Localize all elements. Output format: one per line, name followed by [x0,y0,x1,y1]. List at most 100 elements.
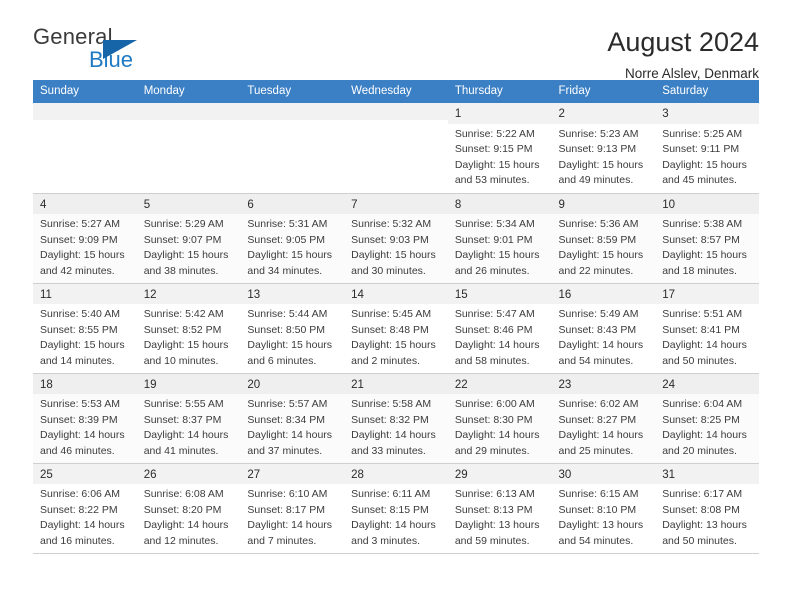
calendar-day-cell[interactable]: 30 Sunrise: 6:15 AM Sunset: 8:10 PM Dayligh… [551,463,656,554]
sunrise-text: Sunrise: 5:49 AM [558,308,639,321]
calendar-day-cell[interactable]: 9 Sunrise: 5:36 AM Sunset: 8:59 PM Daylight… [551,193,656,284]
sunrise-text: Sunrise: 5:51 AM [662,308,743,321]
day-cell-inner: 10 Sunrise: 5:38 AM Sunset: 8:57 PM Dayligh… [655,193,759,283]
daylight-text-line1: Daylight: 14 hours [247,519,333,532]
sunset-text: Sunset: 8:22 PM [40,503,118,516]
daylight-text-line2: and 59 minutes. [454,534,530,547]
sunset-text: Sunset: 8:37 PM [143,413,222,426]
daylight-text-line1: Daylight: 15 hours [40,249,125,262]
calendar-day-cell[interactable]: 4 Sunrise: 5:27 AM Sunset: 9:09 PM Daylight… [33,193,137,284]
daylight-text-line1: Daylight: 14 hours [454,429,540,442]
sunset-text: Sunset: 8:43 PM [558,323,637,336]
daylight-text-line2: and 29 minutes. [454,444,530,457]
calendar-day-cell[interactable]: 29 Sunrise: 6:13 AM Sunset: 8:13 PM Dayligh… [447,463,552,554]
calendar-day-cell[interactable]: 26 Sunrise: 6:08 AM Sunset: 8:20 PM Dayligh… [136,463,241,554]
day-number: 31 [655,463,759,485]
daylight-text-line1: Daylight: 14 hours [454,339,540,352]
calendar-day-cell[interactable]: 13 Sunrise: 5:44 AM Sunset: 8:50 PM Dayligh… [240,283,345,374]
sunrise-text: Sunrise: 5:44 AM [247,308,328,321]
day-number: 15 [447,283,552,305]
calendar-day-cell[interactable]: 11 Sunrise: 5:40 AM Sunset: 8:55 PM Dayligh… [33,283,137,374]
daylight-text-line2: and 37 minutes. [247,444,323,457]
daylight-text-line2: and 50 minutes. [662,534,737,547]
day-cell-inner: 12 Sunrise: 5:42 AM Sunset: 8:52 PM Dayligh… [136,283,241,373]
calendar-day-cell[interactable]: 7 Sunrise: 5:32 AM Sunset: 9:03 PM Daylight… [344,193,448,284]
sun-info: Sunrise: 5:55 AM Sunset: 8:37 PM Daylight:… [137,394,241,459]
sunrise-text: Sunrise: 5:42 AM [143,308,224,321]
sunset-text: Sunset: 8:46 PM [454,323,533,336]
day-number: 10 [655,193,759,215]
sunrise-text: Sunrise: 6:13 AM [454,488,535,501]
calendar-day-cell[interactable]: 19 Sunrise: 5:55 AM Sunset: 8:37 PM Dayligh… [136,373,241,464]
sun-info: Sunrise: 5:44 AM Sunset: 8:50 PM Daylight:… [240,304,344,369]
calendar-day-cell[interactable]: 18 Sunrise: 5:53 AM Sunset: 8:39 PM Dayligh… [33,373,137,464]
day-cell-inner: 23 Sunrise: 6:02 AM Sunset: 8:27 PM Dayligh… [551,373,656,463]
brand-name-general: General [33,24,113,49]
calendar-day-cell[interactable]: 3 Sunrise: 5:25 AM Sunset: 9:11 PM Daylight… [655,103,759,194]
calendar-day-cell[interactable]: 31 Sunrise: 6:17 AM Sunset: 8:08 PM Dayligh… [655,463,759,554]
sun-info: Sunrise: 5:22 AM Sunset: 9:15 PM Daylight:… [448,124,552,189]
calendar-day-cell[interactable]: 1 Sunrise: 5:22 AM Sunset: 9:15 PM Daylight… [447,103,552,194]
daylight-text-line2: and 54 minutes. [558,354,634,367]
day-number: 18 [33,373,137,395]
sun-info: Sunrise: 5:57 AM Sunset: 8:34 PM Daylight:… [240,394,344,459]
weekday-header-friday: Friday [551,80,656,103]
day-number [136,103,241,120]
day-number [240,103,345,120]
daylight-text-line1: Daylight: 15 hours [662,249,747,262]
sunrise-text: Sunrise: 5:34 AM [454,218,535,231]
sunrise-text: Sunrise: 5:38 AM [662,218,743,231]
sun-info: Sunrise: 5:32 AM Sunset: 9:03 PM Daylight:… [344,214,448,279]
day-number: 12 [136,283,241,305]
calendar-day-cell[interactable]: 20 Sunrise: 5:57 AM Sunset: 8:34 PM Dayligh… [240,373,345,464]
calendar-week-row: 4 Sunrise: 5:27 AM Sunset: 9:09 PM Daylight… [33,193,759,284]
calendar-day-cell[interactable]: 27 Sunrise: 6:10 AM Sunset: 8:17 PM Dayligh… [240,463,345,554]
calendar-week-row: 18 Sunrise: 5:53 AM Sunset: 8:39 PM Dayligh… [33,373,759,464]
calendar-day-cell[interactable]: 24 Sunrise: 6:04 AM Sunset: 8:25 PM Dayligh… [655,373,759,464]
calendar-day-cell[interactable]: 28 Sunrise: 6:11 AM Sunset: 8:15 PM Dayligh… [344,463,448,554]
day-cell-inner: 7 Sunrise: 5:32 AM Sunset: 9:03 PM Daylight… [344,193,448,283]
day-cell-inner [33,103,137,193]
daylight-text-line1: Daylight: 14 hours [662,339,747,352]
day-cell-inner: 17 Sunrise: 5:51 AM Sunset: 8:41 PM Dayligh… [655,283,759,373]
daylight-text-line2: and 50 minutes. [662,354,737,367]
day-number: 1 [447,103,552,124]
daylight-text-line1: Daylight: 14 hours [558,429,644,442]
sunset-text: Sunset: 9:07 PM [143,233,222,246]
day-cell-inner [344,103,448,193]
day-cell-inner: 8 Sunrise: 5:34 AM Sunset: 9:01 PM Daylight… [447,193,552,283]
calendar-table: Sunday Monday Tuesday Wednesday Thursday… [33,80,759,554]
calendar-day-cell[interactable]: 25 Sunrise: 6:06 AM Sunset: 8:22 PM Dayligh… [33,463,137,554]
day-cell-inner: 9 Sunrise: 5:36 AM Sunset: 8:59 PM Daylight… [551,193,656,283]
day-number [33,103,137,120]
sunset-text: Sunset: 8:17 PM [247,503,326,516]
day-number: 14 [344,283,448,305]
brand-logo[interactable]: General Blue [33,26,213,78]
day-number: 13 [240,283,345,305]
daylight-text-line2: and 42 minutes. [40,264,115,277]
calendar-day-cell[interactable]: 10 Sunrise: 5:38 AM Sunset: 8:57 PM Dayligh… [655,193,759,284]
calendar-day-cell[interactable]: 14 Sunrise: 5:45 AM Sunset: 8:48 PM Dayligh… [344,283,448,374]
calendar-day-cell[interactable]: 16 Sunrise: 5:49 AM Sunset: 8:43 PM Dayligh… [551,283,656,374]
calendar-day-cell[interactable]: 5 Sunrise: 5:29 AM Sunset: 9:07 PM Daylight… [136,193,241,284]
calendar-day-cell[interactable]: 23 Sunrise: 6:02 AM Sunset: 8:27 PM Dayligh… [551,373,656,464]
daylight-text-line2: and 30 minutes. [351,264,426,277]
calendar-day-cell[interactable]: 22 Sunrise: 6:00 AM Sunset: 8:30 PM Dayligh… [447,373,552,464]
sunrise-text: Sunrise: 6:10 AM [247,488,328,501]
daylight-text-line2: and 25 minutes. [558,444,634,457]
calendar-day-cell[interactable]: 17 Sunrise: 5:51 AM Sunset: 8:41 PM Dayligh… [655,283,759,374]
calendar-day-cell[interactable]: 21 Sunrise: 5:58 AM Sunset: 8:32 PM Dayligh… [344,373,448,464]
daylight-text-line1: Daylight: 15 hours [662,158,747,171]
daylight-text-line2: and 6 minutes. [247,354,317,367]
sunset-text: Sunset: 8:59 PM [558,233,637,246]
calendar-day-cell[interactable]: 6 Sunrise: 5:31 AM Sunset: 9:05 PM Daylight… [240,193,345,284]
calendar-day-cell[interactable]: 2 Sunrise: 5:23 AM Sunset: 9:13 PM Daylight… [551,103,656,194]
calendar-day-cell[interactable]: 15 Sunrise: 5:47 AM Sunset: 8:46 PM Dayligh… [447,283,552,374]
sun-info: Sunrise: 6:00 AM Sunset: 8:30 PM Daylight:… [448,394,552,459]
calendar-day-cell[interactable]: 12 Sunrise: 5:42 AM Sunset: 8:52 PM Dayligh… [136,283,241,374]
sun-info: Sunrise: 6:06 AM Sunset: 8:22 PM Daylight:… [33,484,137,549]
calendar-day-cell[interactable]: 8 Sunrise: 5:34 AM Sunset: 9:01 PM Daylight… [447,193,552,284]
weekday-header-thursday: Thursday [447,80,552,103]
sunset-text: Sunset: 8:32 PM [351,413,429,426]
sunset-text: Sunset: 8:50 PM [247,323,326,336]
